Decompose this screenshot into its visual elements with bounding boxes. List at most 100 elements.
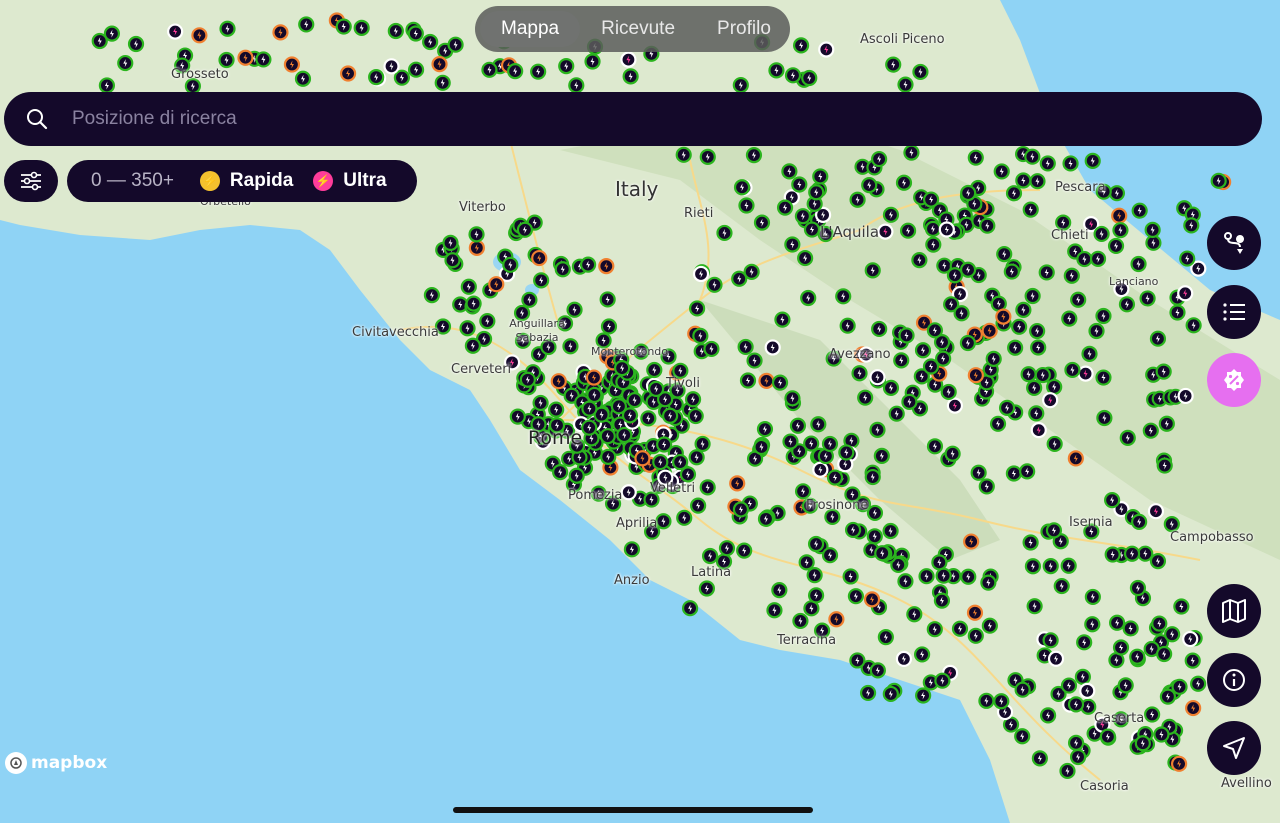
charger-marker[interactable] xyxy=(1117,677,1134,694)
charger-marker[interactable] xyxy=(694,435,711,453)
charger-marker[interactable] xyxy=(509,408,526,425)
charger-marker[interactable] xyxy=(272,24,289,41)
charger-marker[interactable] xyxy=(688,449,705,466)
charger-marker[interactable] xyxy=(924,220,942,237)
charger-marker[interactable] xyxy=(655,513,672,530)
charger-marker[interactable] xyxy=(864,468,881,486)
charger-marker[interactable] xyxy=(882,206,900,223)
charger-marker[interactable] xyxy=(1112,639,1130,656)
charger-marker[interactable] xyxy=(1177,285,1194,302)
charger-marker[interactable] xyxy=(447,36,464,53)
charger-marker[interactable] xyxy=(784,236,801,253)
charger-marker[interactable] xyxy=(926,621,943,638)
charger-marker[interactable] xyxy=(548,401,565,418)
charger-marker[interactable] xyxy=(465,295,482,312)
charger-marker[interactable] xyxy=(690,497,707,514)
charger-marker[interactable] xyxy=(1026,379,1043,397)
charger-marker[interactable] xyxy=(1169,304,1186,321)
charger-marker[interactable] xyxy=(1059,762,1076,780)
charger-marker[interactable] xyxy=(911,252,928,269)
charger-marker[interactable] xyxy=(995,308,1012,325)
charger-marker[interactable] xyxy=(753,214,771,231)
charger-marker[interactable] xyxy=(1107,237,1125,255)
charger-marker[interactable] xyxy=(812,168,829,185)
charger-marker[interactable] xyxy=(1046,378,1063,396)
charger-marker[interactable] xyxy=(1156,457,1173,474)
charger-marker[interactable] xyxy=(792,37,810,54)
charger-marker[interactable] xyxy=(838,444,855,461)
charger-marker[interactable] xyxy=(692,327,709,344)
charger-marker[interactable] xyxy=(716,224,733,242)
charger-marker[interactable] xyxy=(863,591,881,608)
charger-marker[interactable] xyxy=(931,554,948,571)
charger-marker[interactable] xyxy=(1095,307,1112,325)
charger-marker[interactable] xyxy=(1184,652,1201,669)
charger-marker[interactable] xyxy=(1139,290,1156,307)
charger-marker[interactable] xyxy=(117,54,134,72)
charger-marker[interactable] xyxy=(353,19,370,36)
charger-marker[interactable] xyxy=(488,276,505,293)
charger-marker[interactable] xyxy=(1077,365,1094,382)
charger-marker[interactable] xyxy=(835,288,852,305)
power-range-chip[interactable]: 0 — 350+ xyxy=(73,165,190,197)
charger-marker[interactable] xyxy=(614,360,631,377)
charger-marker[interactable] xyxy=(1047,650,1065,667)
charger-marker[interactable] xyxy=(766,602,783,619)
charger-marker[interactable] xyxy=(586,386,603,404)
charger-marker[interactable] xyxy=(460,278,477,295)
charger-marker[interactable] xyxy=(444,252,461,269)
charger-marker[interactable] xyxy=(623,541,641,558)
charger-marker[interactable] xyxy=(1096,409,1113,427)
charger-marker[interactable] xyxy=(689,300,706,317)
charger-marker[interactable] xyxy=(1104,546,1121,563)
charger-marker[interactable] xyxy=(851,365,868,382)
charger-marker[interactable] xyxy=(554,261,571,278)
charger-marker[interactable] xyxy=(1122,620,1139,637)
charger-marker[interactable] xyxy=(1210,172,1227,189)
charger-marker[interactable] xyxy=(989,415,1007,432)
charger-marker[interactable] xyxy=(1190,675,1207,692)
charger-marker[interactable] xyxy=(127,35,145,53)
charger-marker[interactable] xyxy=(368,68,385,86)
charger-marker[interactable] xyxy=(1062,155,1079,172)
charger-marker[interactable] xyxy=(940,383,957,401)
charger-marker[interactable] xyxy=(918,568,935,585)
charger-marker[interactable] xyxy=(459,320,476,337)
charger-marker[interactable] xyxy=(733,179,751,196)
charger-marker[interactable] xyxy=(1131,513,1148,530)
charger-marker[interactable] xyxy=(656,436,673,453)
charger-marker[interactable] xyxy=(599,428,616,445)
charger-marker[interactable] xyxy=(699,479,716,496)
charger-marker[interactable] xyxy=(600,448,617,465)
charger-marker[interactable] xyxy=(1015,301,1032,318)
charger-marker[interactable] xyxy=(938,221,955,238)
tab-ricevute[interactable]: Ricevute xyxy=(580,11,696,47)
route-planner-button[interactable] xyxy=(1207,216,1261,270)
charger-marker[interactable] xyxy=(585,369,603,386)
charger-marker[interactable] xyxy=(530,63,547,80)
charger-marker[interactable] xyxy=(847,588,864,605)
charger-marker[interactable] xyxy=(1123,545,1141,562)
charger-marker[interactable] xyxy=(869,662,886,679)
map-style-button[interactable] xyxy=(1207,584,1261,638)
charger-marker[interactable] xyxy=(718,540,736,557)
charger-marker[interactable] xyxy=(1095,369,1112,386)
charger-marker[interactable] xyxy=(552,463,569,481)
charger-marker[interactable] xyxy=(874,545,891,562)
charger-marker[interactable] xyxy=(736,542,753,559)
charger-marker[interactable] xyxy=(407,61,425,78)
charger-marker[interactable] xyxy=(746,352,763,369)
charger-marker[interactable] xyxy=(1084,588,1101,606)
charger-marker[interactable] xyxy=(191,27,208,44)
charger-marker[interactable] xyxy=(1142,422,1159,439)
charger-marker[interactable] xyxy=(294,70,312,87)
charger-marker[interactable] xyxy=(864,262,881,279)
ultra-chip[interactable]: ⚡ Ultra xyxy=(303,165,396,197)
charger-marker[interactable] xyxy=(684,391,702,408)
charger-marker[interactable] xyxy=(1144,221,1161,239)
charger-marker[interactable] xyxy=(901,393,918,410)
list-view-button[interactable] xyxy=(1207,285,1261,339)
charger-marker[interactable] xyxy=(621,407,639,424)
charger-marker[interactable] xyxy=(915,687,932,704)
charger-marker[interactable] xyxy=(1039,707,1057,724)
